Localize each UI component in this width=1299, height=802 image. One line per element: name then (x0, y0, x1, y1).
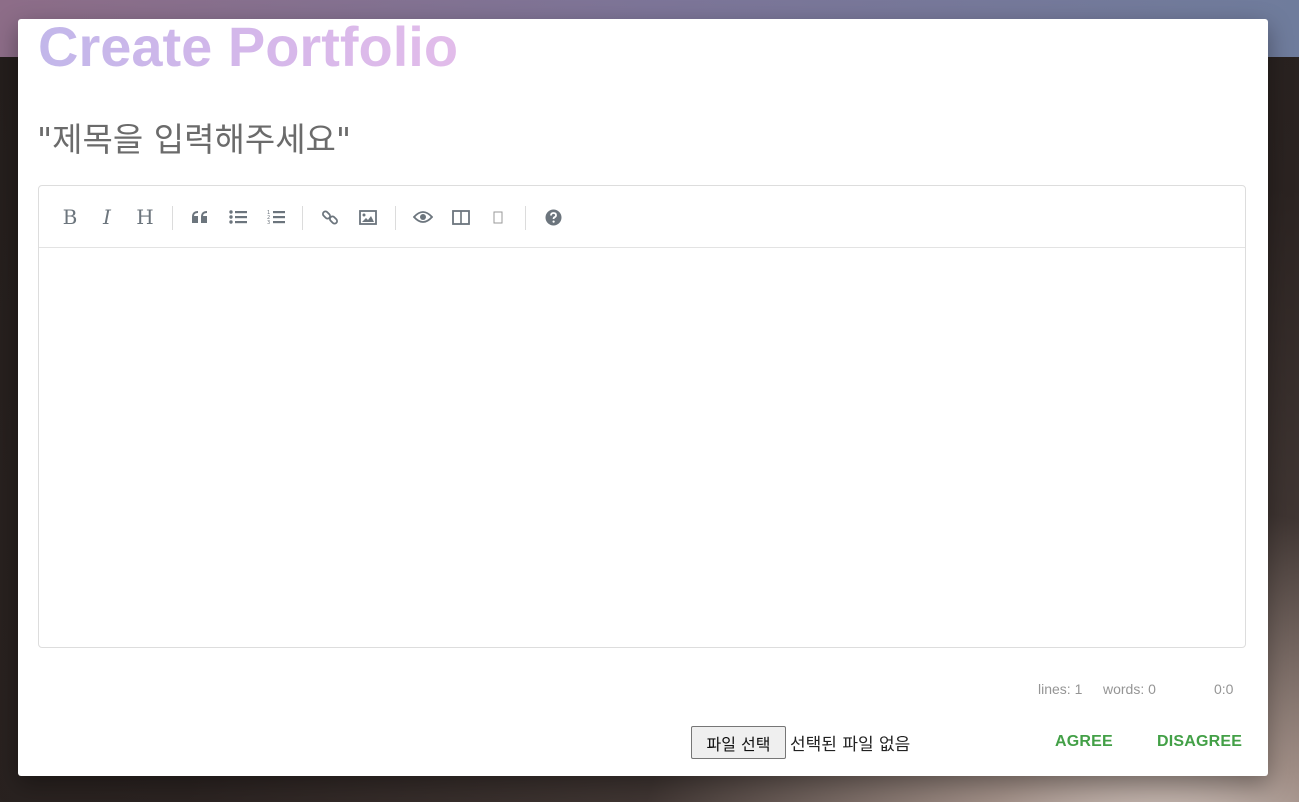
preview-button[interactable] (408, 202, 438, 232)
italic-button[interactable]: I (92, 202, 122, 232)
image-button[interactable] (353, 202, 383, 232)
markdown-editor: B I H 1 2 3 (38, 185, 1246, 648)
status-lines: lines: 1 (1038, 681, 1083, 697)
question-circle-icon (545, 209, 562, 226)
editor-toolbar: B I H 1 2 3 (39, 186, 1245, 248)
toolbar-separator (525, 206, 526, 230)
heading-button[interactable]: H (130, 202, 160, 232)
portfolio-title-input[interactable] (37, 115, 837, 159)
numbered-list-button[interactable]: 1 2 3 (261, 202, 291, 232)
numbered-list-icon: 1 2 3 (267, 209, 285, 225)
quote-button[interactable] (185, 202, 215, 232)
bold-icon: B (62, 205, 78, 229)
modal-title: Create Portfolio (38, 19, 458, 83)
toolbar-separator (172, 206, 173, 230)
bullet-list-icon (229, 210, 247, 224)
status-words: words: 0 (1103, 681, 1156, 697)
create-portfolio-modal: Create Portfolio B I H (18, 19, 1268, 776)
guide-button[interactable] (538, 202, 568, 232)
heading-icon: H (136, 205, 154, 229)
fullscreen-button[interactable] (483, 202, 513, 232)
italic-icon: I (103, 205, 111, 229)
file-status-text: 선택된 파일 없음 (790, 735, 911, 755)
columns-icon (452, 209, 470, 225)
link-icon (321, 208, 339, 226)
fullscreen-icon (493, 211, 503, 224)
toolbar-separator (395, 206, 396, 230)
link-button[interactable] (315, 202, 345, 232)
svg-text:3: 3 (267, 220, 270, 225)
bold-button[interactable]: B (55, 202, 85, 232)
quote-icon (191, 210, 209, 224)
file-select-button[interactable]: 파일 선택 (691, 726, 786, 759)
disagree-button[interactable]: DISAGREE (1157, 733, 1242, 751)
image-icon (359, 209, 377, 225)
status-cursor: 0:0 (1214, 681, 1234, 697)
eye-icon (413, 210, 433, 224)
toolbar-separator (302, 206, 303, 230)
bullet-list-button[interactable] (223, 202, 253, 232)
editor-textarea[interactable] (39, 248, 1245, 647)
side-by-side-button[interactable] (446, 202, 476, 232)
agree-button[interactable]: AGREE (1055, 733, 1113, 751)
